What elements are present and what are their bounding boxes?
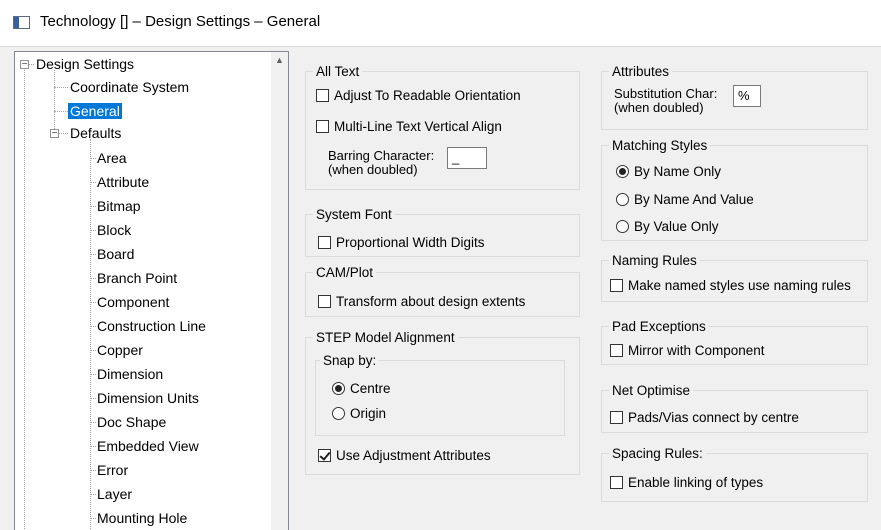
tree-item-general[interactable]: General — [68, 100, 122, 122]
pad-exceptions-group: Pad Exceptions Mirror with Component — [601, 318, 868, 365]
mirror-with-component-checkbox[interactable]: Mirror with Component — [610, 343, 765, 359]
checkbox-label: Transform about design extents — [336, 294, 526, 309]
tree-item-board[interactable]: Board — [97, 243, 134, 265]
use-adjustment-checkbox[interactable]: Use Adjustment Attributes — [318, 448, 491, 464]
tree-item-bitmap[interactable]: Bitmap — [97, 195, 141, 217]
snap-centre-radio[interactable]: Centre — [332, 381, 391, 397]
system-font-group: System Font Proportional Width Digits — [305, 206, 580, 257]
title-bar: Technology [] – Design Settings – Genera… — [0, 0, 881, 47]
transform-extents-checkbox[interactable]: Transform about design extents — [318, 294, 525, 310]
checkbox-label: Pads/Vias connect by centre — [628, 410, 799, 425]
tree-item-mounting-hole[interactable]: Mounting Hole — [97, 507, 187, 529]
group-title: Naming Rules — [609, 252, 700, 269]
tree-item-doc-shape[interactable]: Doc Shape — [97, 411, 166, 433]
tree-item-branch-point[interactable]: Branch Point — [97, 267, 177, 289]
by-name-only-radio[interactable]: By Name Only — [616, 164, 721, 180]
checkbox-label: Use Adjustment Attributes — [336, 448, 491, 463]
checkbox-label: Make named styles use naming rules — [628, 278, 851, 293]
checkbox-box[interactable] — [316, 120, 329, 133]
checkbox-label: Multi-Line Text Vertical Align — [334, 119, 502, 134]
multiline-align-checkbox[interactable]: Multi-Line Text Vertical Align — [316, 119, 502, 135]
naming-rules-group: Naming Rules Make named styles use namin… — [601, 252, 868, 302]
radio-label: By Name Only — [634, 164, 722, 179]
tree-item-area[interactable]: Area — [97, 147, 127, 169]
tree-item-component[interactable]: Component — [97, 291, 169, 313]
named-styles-naming-rules-checkbox[interactable]: Make named styles use naming rules — [610, 278, 851, 294]
radio-circle[interactable] — [616, 220, 629, 233]
tree-item-embedded-view[interactable]: Embedded View — [97, 435, 199, 457]
adjust-readable-checkbox[interactable]: Adjust To Readable Orientation — [316, 88, 521, 104]
group-title: Snap by: — [320, 352, 380, 369]
app-icon — [13, 16, 30, 29]
group-title: CAM/Plot — [313, 264, 377, 281]
net-optimise-group: Net Optimise Pads/Vias connect by centre — [601, 382, 868, 433]
group-title: All Text — [313, 63, 363, 80]
tree-item-dimension-units[interactable]: Dimension Units — [97, 387, 199, 409]
checkbox-box[interactable] — [318, 236, 331, 249]
group-title: Attributes — [609, 63, 673, 80]
by-name-and-value-radio[interactable]: By Name And Value — [616, 192, 754, 208]
step-alignment-group: STEP Model Alignment Snap by: Centre Ori… — [305, 329, 580, 475]
enable-linking-checkbox[interactable]: Enable linking of types — [610, 475, 763, 491]
tree-item-dimension[interactable]: Dimension — [97, 363, 163, 385]
radio-label: By Value Only — [634, 219, 719, 234]
checkbox-label: Proportional Width Digits — [336, 235, 485, 250]
barring-sublabel: (when doubled) — [328, 162, 418, 177]
checkbox-box[interactable] — [610, 279, 623, 292]
checkbox-box[interactable] — [316, 89, 329, 102]
tree-scrollbar[interactable]: ▲ — [271, 52, 288, 530]
tree-item-design-settings[interactable]: Design Settings — [36, 53, 134, 75]
tree-item-copper[interactable]: Copper — [97, 339, 143, 361]
substitution-char-input[interactable]: % — [733, 85, 761, 107]
snap-by-group: Snap by: Centre Origin — [315, 352, 565, 436]
tree-item-attribute[interactable]: Attribute — [97, 171, 149, 193]
group-title: STEP Model Alignment — [313, 329, 458, 346]
group-title: System Font — [313, 206, 395, 223]
tree-item-coordinate-system[interactable]: Coordinate System — [70, 76, 189, 98]
tree-item-construction-line[interactable]: Construction Line — [97, 315, 206, 337]
checkbox-box[interactable] — [610, 411, 623, 424]
all-text-group: All Text Adjust To Readable Orientation … — [305, 63, 580, 190]
radio-circle[interactable] — [616, 193, 629, 206]
checkbox-box[interactable] — [610, 476, 623, 489]
barring-label: Barring Character: — [328, 148, 435, 163]
group-title: Matching Styles — [609, 137, 711, 154]
radio-circle[interactable] — [332, 382, 345, 395]
checkbox-box[interactable] — [318, 449, 331, 462]
checkbox-label: Mirror with Component — [628, 343, 765, 358]
checkbox-label: Adjust To Readable Orientation — [334, 88, 521, 103]
tree-item-defaults[interactable]: Defaults — [70, 122, 121, 144]
tree-item-layer[interactable]: Layer — [97, 483, 132, 505]
group-title: Pad Exceptions — [609, 318, 709, 335]
tree-item-block[interactable]: Block — [97, 219, 131, 241]
checkbox-box[interactable] — [610, 344, 623, 357]
radio-circle[interactable] — [616, 165, 629, 178]
window-title: Technology [] – Design Settings – Genera… — [40, 13, 321, 30]
collapse-icon[interactable]: − — [20, 60, 29, 70]
radio-label: By Name And Value — [634, 192, 754, 207]
by-value-only-radio[interactable]: By Value Only — [616, 219, 719, 235]
barring-character-input[interactable]: _ — [447, 147, 487, 169]
radio-circle[interactable] — [332, 407, 345, 420]
matching-styles-group: Matching Styles By Name Only By Name And… — [601, 137, 868, 241]
checkbox-box[interactable] — [318, 295, 331, 308]
snap-origin-radio[interactable]: Origin — [332, 406, 386, 422]
substitution-label: Substitution Char: — [614, 86, 718, 101]
spacing-rules-group: Spacing Rules: Enable linking of types — [601, 445, 868, 502]
radio-label: Centre — [350, 381, 391, 396]
scroll-up-arrow-icon[interactable]: ▲ — [271, 52, 288, 69]
radio-label: Origin — [350, 406, 387, 421]
settings-tree[interactable]: − Design Settings Coordinate System Gene… — [14, 51, 289, 530]
cam-plot-group: CAM/Plot Transform about design extents — [305, 264, 580, 317]
substitution-sublabel: (when doubled) — [614, 100, 704, 115]
proportional-width-checkbox[interactable]: Proportional Width Digits — [318, 235, 485, 251]
checkbox-label: Enable linking of types — [628, 475, 764, 490]
group-title: Spacing Rules: — [609, 445, 706, 462]
pads-vias-centre-checkbox[interactable]: Pads/Vias connect by centre — [610, 410, 799, 426]
collapse-defaults-icon[interactable]: − — [50, 129, 59, 139]
group-title: Net Optimise — [609, 382, 694, 399]
selected-item-label: General — [68, 103, 122, 119]
tree-item-error[interactable]: Error — [97, 459, 128, 481]
attributes-group: Attributes Substitution Char: (when doub… — [601, 63, 868, 130]
